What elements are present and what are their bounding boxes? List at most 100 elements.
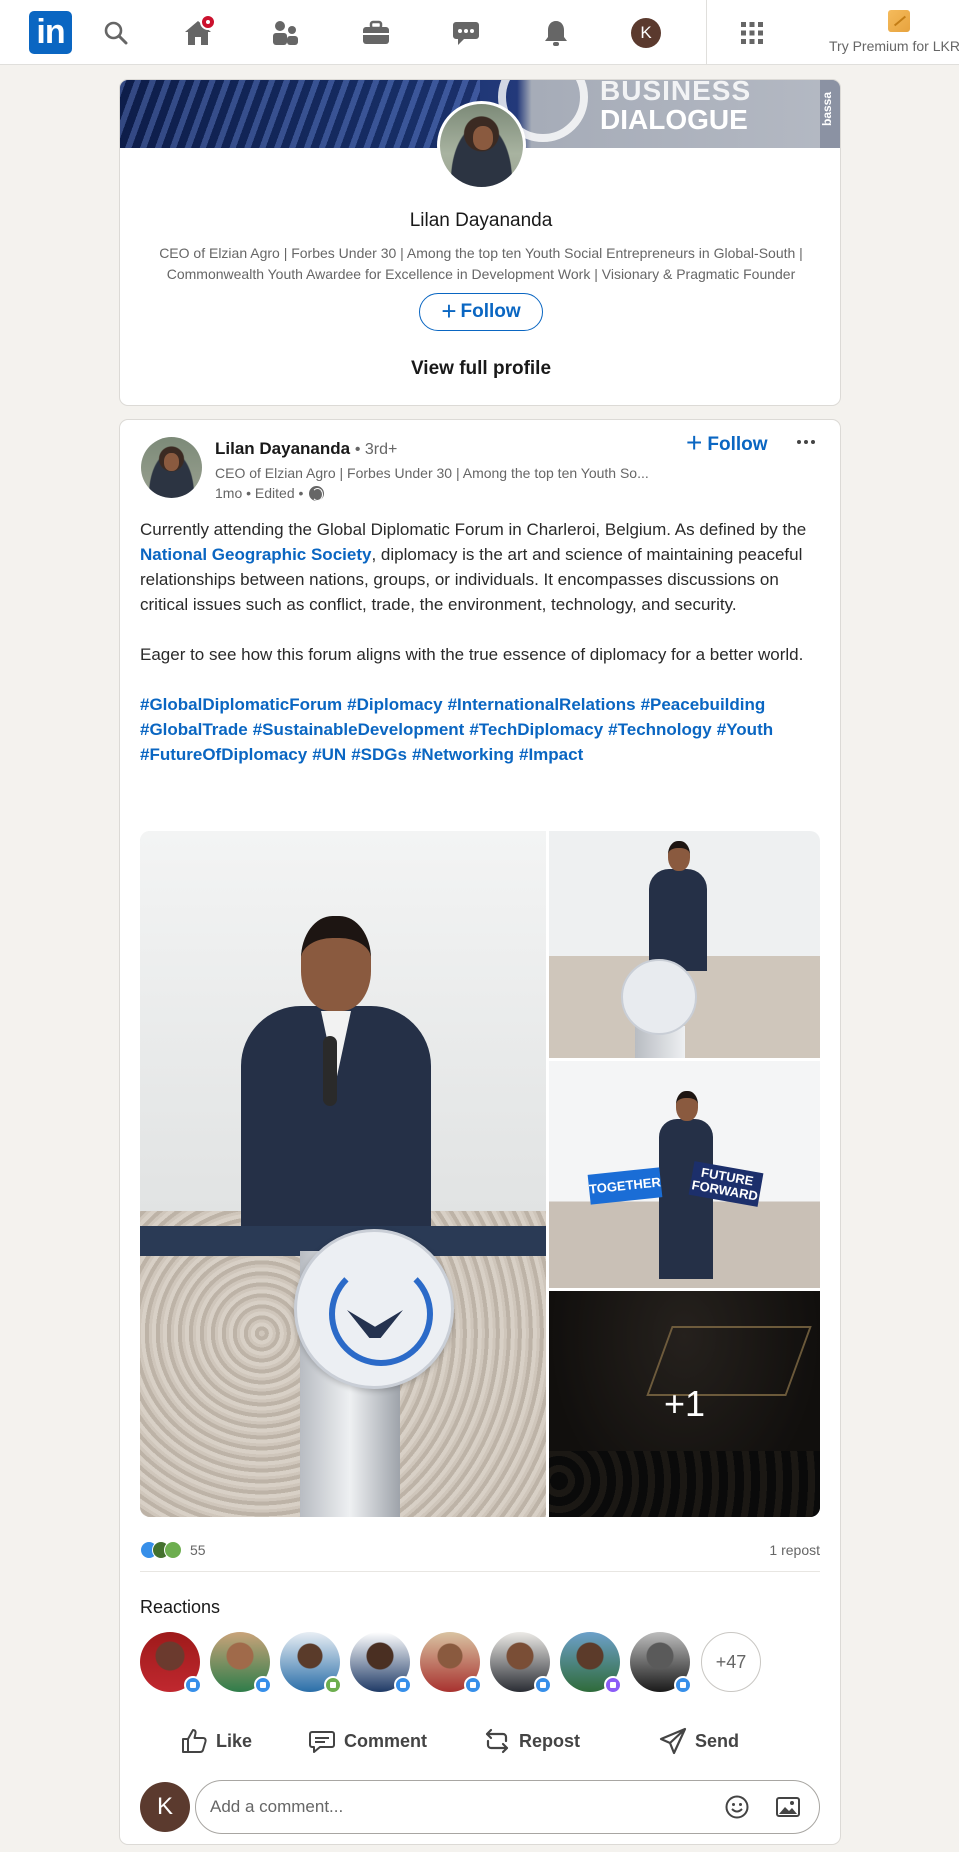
follow-label: Follow <box>460 301 521 322</box>
repost-count[interactable]: 1 repost <box>769 1542 820 1558</box>
comment-label: Comment <box>344 1730 428 1751</box>
insightful-badge-icon <box>604 1676 622 1694</box>
hashtag[interactable]: #FutureOfDiplomacy <box>140 745 307 764</box>
hashtag[interactable]: #Technology <box>608 720 712 739</box>
reactor-avatar[interactable] <box>350 1632 412 1694</box>
post-card: Lilan Dayananda • 3rd+ CEO of Elzian Agr… <box>119 419 841 1845</box>
social-counts: 55 1 repost <box>140 1539 820 1563</box>
hashtag[interactable]: #Youth <box>717 720 773 739</box>
speaker-figure <box>649 841 707 971</box>
notification-badge <box>200 14 216 30</box>
speaker-head <box>301 916 371 1011</box>
reactor-avatar[interactable] <box>560 1632 622 1694</box>
reactor-avatar[interactable] <box>280 1632 342 1694</box>
hashtag[interactable]: #Diplomacy <box>347 695 442 714</box>
post-image-3[interactable]: TOGETHER FUTURE FORWARD <box>549 1061 820 1288</box>
speaker-figure <box>241 916 431 1246</box>
hashtag[interactable]: #Peacebuilding <box>641 695 766 714</box>
celebrate-badge-icon <box>324 1676 342 1694</box>
me-menu[interactable]: K <box>629 0 663 65</box>
jobs-briefcase-icon[interactable] <box>358 0 394 65</box>
post-author-name[interactable]: Lilan Dayananda • 3rd+ <box>215 439 397 459</box>
post-image-4[interactable]: +1 <box>549 1291 820 1517</box>
apps-grid-icon[interactable] <box>737 0 767 65</box>
plus-icon: + <box>686 427 703 458</box>
reaction-count[interactable]: 55 <box>190 1542 206 1558</box>
hashtag[interactable]: #GlobalTrade <box>140 720 248 739</box>
celebrate-reaction-icon <box>164 1541 182 1559</box>
hashtag[interactable]: #UN <box>312 745 346 764</box>
post-image-main[interactable] <box>140 831 546 1517</box>
home-icon[interactable] <box>178 0 218 65</box>
profile-photo[interactable] <box>437 101 526 190</box>
post-paragraph-1: Currently attending the Global Diplomati… <box>140 517 820 617</box>
emoji-icon[interactable] <box>724 1794 750 1820</box>
reactor-avatar[interactable] <box>490 1632 552 1694</box>
repost-button[interactable]: Repost <box>483 1716 580 1766</box>
commenter-avatar: K <box>140 1782 190 1832</box>
author-name: Lilan Dayananda <box>215 439 351 458</box>
sign-together: TOGETHER <box>587 1167 663 1205</box>
reactor-avatar[interactable] <box>630 1632 692 1694</box>
national-geographic-link[interactable]: National Geographic Society <box>140 545 371 564</box>
like-button[interactable]: Like <box>180 1716 252 1766</box>
search-icon[interactable] <box>98 0 134 65</box>
premium-icon <box>888 10 910 32</box>
like-label: Like <box>216 1730 253 1751</box>
post-paragraph-2: Eager to see how this forum aligns with … <box>140 645 804 664</box>
send-label: Send <box>695 1730 740 1751</box>
hashtag-list: #GlobalDiplomaticForum #Diplomacy #Interna… <box>140 692 820 767</box>
reactor-avatar[interactable] <box>210 1632 272 1694</box>
more-reactors-button[interactable]: +47 <box>701 1632 761 1692</box>
messaging-icon[interactable] <box>448 0 484 65</box>
reactor-avatar[interactable] <box>140 1632 202 1694</box>
banner-side-text: bassa <box>820 91 835 127</box>
view-full-profile-link[interactable]: View full profile <box>120 358 840 380</box>
like-badge-icon <box>184 1676 202 1694</box>
post-timestamp: 1mo • Edited • <box>215 485 325 501</box>
microphone <box>323 1036 337 1106</box>
comment-box[interactable] <box>195 1780 820 1834</box>
follow-button[interactable]: + Follow <box>419 293 543 331</box>
hashtag[interactable]: #InternationalRelations <box>448 695 636 714</box>
podium-seal <box>621 959 697 1035</box>
post-image-2[interactable] <box>549 831 820 1058</box>
post-text-part: Currently attending the Global Diplomati… <box>140 520 807 539</box>
banner-photo <box>120 80 480 148</box>
connection-degree: • 3rd+ <box>354 441 398 458</box>
hashtag[interactable]: #TechDiplomacy <box>469 720 603 739</box>
hashtag[interactable]: #GlobalDiplomaticForum <box>140 695 342 714</box>
send-button[interactable]: Send <box>659 1716 739 1766</box>
post-follow-label: Follow <box>707 434 768 455</box>
like-badge-icon <box>674 1676 692 1694</box>
repost-icon <box>485 1728 509 1754</box>
more-images-count: +1 <box>549 1291 820 1517</box>
reactor-avatar[interactable] <box>420 1632 482 1694</box>
try-premium-link[interactable]: Try Premium for LKR0 <box>829 7 959 57</box>
send-icon <box>659 1727 687 1755</box>
hashtag[interactable]: #SDGs <box>351 745 407 764</box>
reaction-icons[interactable] <box>140 1541 184 1561</box>
linkedin-logo[interactable]: in <box>29 11 72 54</box>
hashtag[interactable]: #SustainableDevelopment <box>253 720 465 739</box>
profile-card: BUSINESS DIALOGUE bassa Lilan Dayananda … <box>119 79 841 406</box>
post-follow-button[interactable]: + Follow <box>686 429 768 457</box>
profile-headline: CEO of Elzian Agro | Forbes Under 30 | A… <box>159 245 803 282</box>
thumbs-up-icon <box>182 1729 207 1753</box>
globe-icon <box>309 485 325 501</box>
like-badge-icon <box>394 1676 412 1694</box>
comment-input[interactable] <box>210 1781 630 1833</box>
profile-name[interactable]: Lilan Dayananda <box>120 210 840 232</box>
more-options-icon[interactable] <box>794 434 818 450</box>
image-upload-icon[interactable] <box>775 1794 801 1820</box>
nav-divider <box>706 0 707 65</box>
divider <box>140 1571 820 1572</box>
my-network-icon[interactable] <box>267 0 303 65</box>
notifications-bell-icon[interactable] <box>538 0 574 65</box>
comment-button[interactable]: Comment <box>308 1716 427 1766</box>
repost-label: Repost <box>519 1730 581 1751</box>
premium-label: Try Premium for LKR0 <box>829 38 959 54</box>
hashtag[interactable]: #Impact <box>519 745 583 764</box>
hashtag[interactable]: #Networking <box>412 745 514 764</box>
post-author-avatar[interactable] <box>141 437 202 498</box>
